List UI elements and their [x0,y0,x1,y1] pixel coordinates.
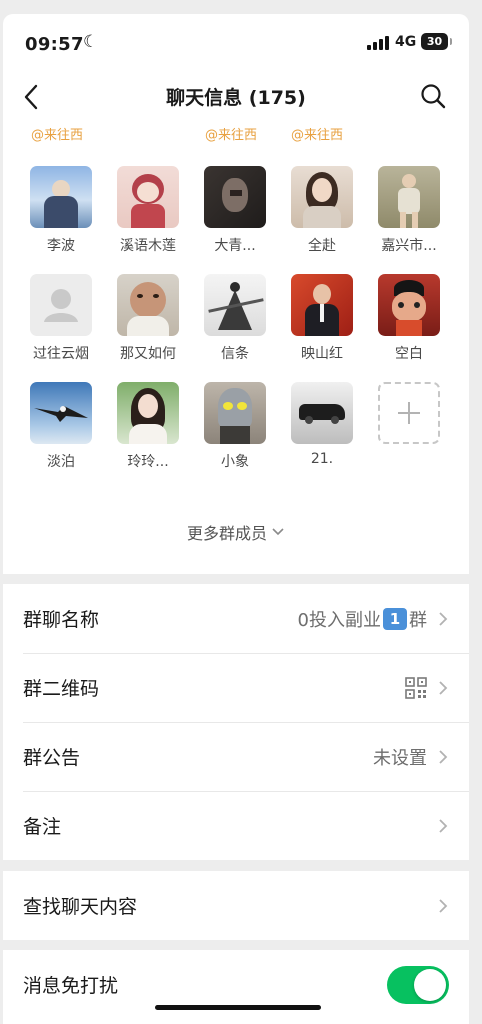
mute-label: 消息免打扰 [23,975,119,997]
network-type: 4G [395,34,417,50]
avatar [378,274,440,336]
mention-tag: @来往西 [31,128,84,143]
member-item[interactable]: 小象 [200,382,270,471]
avatar [378,166,440,228]
chevron-right-icon [439,680,448,695]
member-name: 玲玲... [127,454,169,470]
home-indicator [155,1005,321,1010]
avatar [204,274,266,336]
mention-tag: @来往西 [205,128,258,143]
avatar [204,166,266,228]
member-item[interactable]: 溪语木莲 [113,166,183,255]
avatar [30,274,92,336]
status-bar: 09:57 ☾ 4G 30 [3,14,469,72]
group-name-row[interactable]: 群聊名称 0投入副业 1 群 [3,584,469,653]
member-item[interactable]: 信条 [200,274,270,363]
chat-info-page: 09:57 ☾ 4G 30 聊天信息 (175) @来往西 @来往西 @来往西 [3,0,469,1024]
announcement-label: 群公告 [23,747,81,769]
chevron-right-icon [439,818,448,833]
more-members-link[interactable]: 更多群成员 [3,520,469,544]
avatar [291,274,353,336]
avatar [291,166,353,228]
group-name-label: 群聊名称 [23,609,100,631]
qr-code-row[interactable]: 群二维码 [3,653,469,722]
member-name: 溪语木莲 [120,238,176,254]
group-settings-section: 群聊名称 0投入副业 1 群 群二维码 群公告 未设置 备注 [3,584,469,860]
remark-label: 备注 [23,816,62,838]
member-name: 那又如何 [120,346,176,362]
page-title: 聊天信息 (175) [166,87,306,109]
member-name: 大青... [214,238,256,254]
signal-icon [367,36,389,50]
member-item[interactable]: 那又如何 [113,274,183,363]
qr-code-label: 群二维码 [23,678,100,700]
group-name-prefix: 0投入副业 [297,609,381,631]
announcement-value: 未设置 [373,747,427,769]
qr-code-value [405,676,427,699]
status-time: 09:57 [25,34,84,55]
member-name: 全赴 [308,238,336,254]
mention-tag: @来往西 [291,128,344,143]
member-name: 映山红 [301,346,343,362]
member-item[interactable]: 空白 [374,274,444,363]
member-name: 淡泊 [47,454,75,470]
member-name: 信条 [221,346,249,362]
chevron-down-icon [272,528,284,536]
avatar [30,382,92,444]
member-item[interactable]: 嘉兴市... [374,166,444,255]
avatar [117,382,179,444]
battery-level: 30 [426,35,443,48]
member-item[interactable]: 李波 [26,166,96,255]
avatar [117,166,179,228]
mute-toggle[interactable] [387,965,449,1004]
member-name: 小象 [221,454,249,470]
avatar [291,382,353,444]
member-item[interactable]: 过往云烟 [26,274,96,363]
plus-icon [398,402,420,424]
member-item[interactable]: 21. [287,382,357,467]
more-members-label: 更多群成员 [186,524,267,543]
group-name-value: 0投入副业 1 群 [298,606,427,632]
member-item[interactable]: 淡泊 [26,382,96,471]
chevron-right-icon [439,898,448,913]
nav-bar: 聊天信息 (175) [3,72,469,122]
toggle-knob [414,968,446,1001]
chevron-right-icon [439,749,448,764]
member-item[interactable]: 大青... [200,166,270,255]
add-member-button[interactable] [374,382,444,444]
remark-row[interactable]: 备注 [3,791,469,860]
avatar [204,382,266,444]
eagle-image [34,406,88,422]
member-item[interactable]: 全赴 [287,166,357,255]
default-avatar-icon [44,289,78,322]
member-name: 空白 [395,346,423,362]
member-item[interactable]: 玲玲... [113,382,183,471]
group-name-suffix: 群 [409,609,427,631]
number-one-badge: 1 [383,607,407,630]
add-member-box[interactable] [378,382,440,444]
avatar [30,166,92,228]
member-name: 嘉兴市... [381,238,437,254]
moon-icon: ☾ [83,32,99,52]
battery-icon: 30 [421,33,452,50]
announcement-row[interactable]: 群公告 未设置 [3,722,469,791]
notification-section: 消息免打扰 [3,950,469,1024]
chevron-right-icon [439,611,448,626]
search-section: 查找聊天内容 [3,871,469,940]
avatar [117,274,179,336]
search-history-label: 查找聊天内容 [23,896,138,918]
search-history-row[interactable]: 查找聊天内容 [3,871,469,940]
member-item[interactable]: 映山红 [287,274,357,363]
member-name: 21. [310,451,334,467]
qr-code-icon [405,676,427,699]
member-grid: @来往西 @来往西 @来往西 李波 溪语木莲 大青... 全赴 嘉兴市... 过… [3,122,469,574]
search-icon[interactable] [419,82,447,110]
member-name: 过往云烟 [33,346,89,362]
member-name: 李波 [47,238,75,254]
